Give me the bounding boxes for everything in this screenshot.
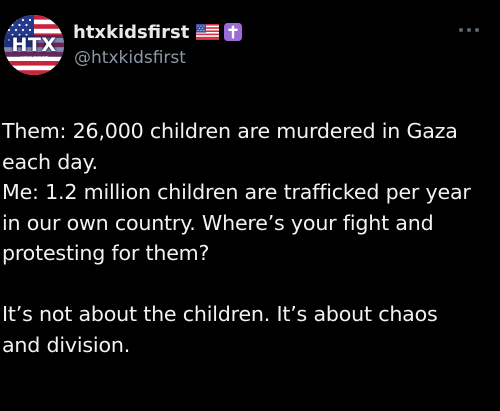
- avatar-logo-subtext: KIDS FIRST: [20, 56, 48, 62]
- more-horizontal-icon-dot: [467, 28, 471, 32]
- post-text-line: Them: 26,000 children are murdered in Ga…: [2, 119, 458, 143]
- more-horizontal-icon-dot: [475, 28, 479, 32]
- post-text-line: each day.: [2, 149, 98, 174]
- latin-cross-icon: [224, 23, 243, 41]
- paragraph-break: [2, 269, 498, 300]
- post-text-line: protesting for them?: [2, 241, 210, 265]
- more-horizontal-icon: [459, 28, 463, 32]
- author-display-name[interactable]: htxkidsfirst: [73, 22, 189, 43]
- avatar-logo-text: HTX: [11, 34, 57, 56]
- post-text-line: It’s not about the children. It’s about …: [2, 302, 438, 326]
- post-text-line: in our own country. Where’s your fight a…: [2, 210, 434, 235]
- avatar[interactable]: HTX KIDS FIRST: [4, 15, 64, 75]
- post-text-line: Me: 1.2 million children are trafficked …: [2, 180, 471, 204]
- post-header: HTX KIDS FIRST htxkidsfirst @htxkidsfirs…: [0, 0, 500, 80]
- more-options-button[interactable]: [451, 20, 487, 40]
- author-name-row: htxkidsfirst: [73, 19, 243, 45]
- post-text-line: and division.: [2, 332, 131, 357]
- us-flag-icon: [196, 24, 220, 40]
- post-text: Them: 26,000 children are murdered in Ga…: [2, 116, 498, 360]
- author-handle[interactable]: @htxkidsfirst: [74, 48, 186, 68]
